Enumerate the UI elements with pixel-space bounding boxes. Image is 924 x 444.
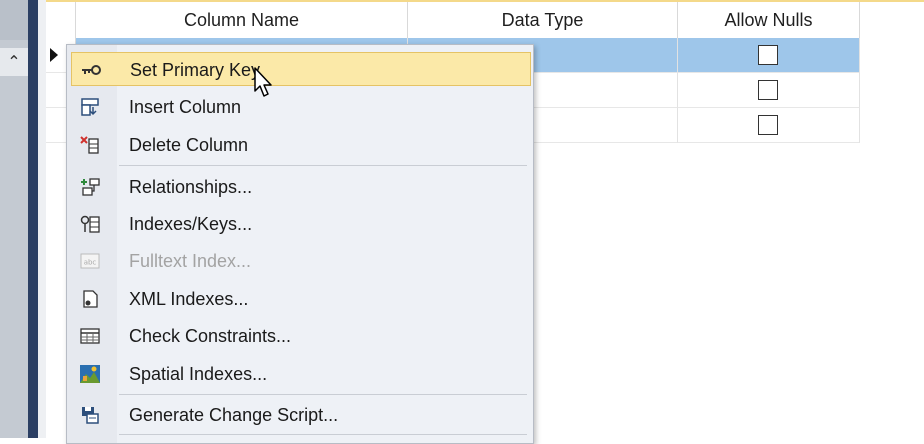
chevron-up-icon: ⌃ — [7, 54, 21, 71]
menu-item-label: Fulltext Index... — [129, 251, 252, 271]
xml-index-icon — [79, 289, 101, 309]
insert-column-icon — [79, 97, 101, 117]
scroll-up-button[interactable]: ⌃ — [0, 48, 28, 76]
data-type-header-label: Data Type — [501, 9, 584, 30]
selector-header — [46, 2, 76, 38]
mouse-cursor-icon — [254, 67, 272, 97]
context-menu: Set Primary Key Insert Column Delete Col… — [66, 44, 534, 444]
menu-item-label: Relationships... — [129, 177, 253, 197]
menu-item-label: Generate Change Script... — [129, 405, 339, 425]
column-name-header[interactable]: Column Name — [76, 2, 408, 38]
menu-item-label: Set Primary Key — [130, 60, 261, 80]
check-constraints-icon — [79, 326, 101, 346]
menu-item-label: Spatial Indexes... — [129, 364, 268, 384]
menu-item-delete-column[interactable]: Delete Column — [71, 128, 531, 162]
menu-item-xml-indexes[interactable]: XML Indexes... — [71, 282, 531, 316]
menu-item-relationships[interactable]: Relationships... — [71, 170, 531, 204]
splitter-bar[interactable] — [28, 0, 38, 438]
left-panel: ⌃ — [0, 0, 28, 438]
allow-nulls-header-label: Allow Nulls — [724, 9, 813, 30]
allow-nulls-checkbox[interactable] — [758, 115, 778, 135]
menu-item-fulltext-index: abc Fulltext Index... — [71, 244, 531, 278]
allow-nulls-header[interactable]: Allow Nulls — [678, 2, 860, 38]
key-icon — [80, 60, 102, 80]
relationships-icon — [79, 177, 101, 197]
grid-header: Column Name Data Type Allow Nulls — [46, 2, 924, 38]
scrollbar-track — [0, 0, 28, 40]
menu-item-insert-column[interactable]: Insert Column — [71, 90, 531, 124]
allow-nulls-checkbox[interactable] — [758, 45, 778, 65]
menu-item-check-constraints[interactable]: Check Constraints... — [71, 319, 531, 353]
allow-nulls-checkbox[interactable] — [758, 80, 778, 100]
current-row-arrow-icon — [50, 48, 58, 62]
allow-nulls-cell — [678, 73, 860, 108]
menu-item-label: Delete Column — [129, 135, 249, 155]
grid-gutter — [38, 0, 46, 438]
menu-item-indexes-keys[interactable]: Indexes/Keys... — [71, 207, 531, 241]
menu-item-label: Insert Column — [129, 97, 242, 117]
menu-separator — [119, 394, 527, 395]
spatial-index-icon — [79, 364, 101, 384]
menu-separator — [119, 165, 527, 166]
delete-column-icon — [79, 135, 101, 155]
menu-item-set-primary-key[interactable]: Set Primary Key — [71, 52, 531, 86]
menu-item-label: XML Indexes... — [129, 289, 249, 309]
svg-text:abc: abc — [84, 259, 97, 267]
menu-item-spatial-indexes[interactable]: Spatial Indexes... — [71, 357, 531, 391]
menu-item-generate-change-script[interactable]: Generate Change Script... — [71, 398, 531, 432]
menu-separator — [119, 434, 527, 435]
column-name-header-label: Column Name — [183, 9, 300, 30]
menu-item-label: Check Constraints... — [129, 326, 292, 346]
indexes-keys-icon — [79, 214, 101, 234]
allow-nulls-cell — [678, 38, 860, 73]
fulltext-icon: abc — [79, 251, 101, 271]
allow-nulls-cell — [678, 108, 860, 143]
data-type-header[interactable]: Data Type — [408, 2, 678, 38]
change-script-icon — [79, 405, 101, 425]
menu-item-label: Indexes/Keys... — [129, 214, 253, 234]
